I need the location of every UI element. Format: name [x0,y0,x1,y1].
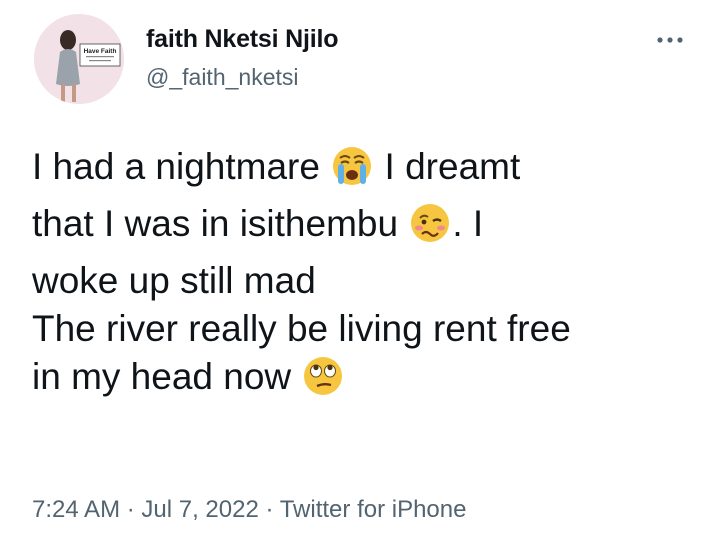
face-with-rolling-eyes-icon [301,354,345,410]
tweet-text-segment: . I [452,203,484,244]
woozy-face-icon [408,201,452,257]
tweet-text-segment: I dreamt [374,146,521,187]
tweet-text-segment: The river really be living rent free [32,308,571,349]
author-handle[interactable]: @_faith_nketsi [146,64,299,91]
tweet-line: I had a nightmare I dreamt [32,143,702,200]
separator: · [120,496,142,523]
tweet-meta: 7:24 AM · Jul 7, 2022 · Twitter for iPho… [32,496,466,524]
separator: · [258,496,280,523]
tweet-time[interactable]: 7:24 AM [32,496,120,523]
tweet-text-segment: I had a nightmare [32,146,331,187]
tweet-line: in my head now [32,353,702,410]
avatar-image: Have Faith [34,14,124,104]
tweet-line: The river really be living rent free [32,305,702,353]
tweet-source-link[interactable]: Twitter for iPhone [280,496,467,523]
tweet-date[interactable]: Jul 7, 2022 [141,496,258,523]
tweet-text-segment: in my head now [32,356,302,397]
avatar-sign-text: Have Faith [84,48,117,55]
tweet-text: I had a nightmare I dreamt that I was in… [32,143,702,410]
more-dots-icon [657,37,683,43]
tweet-line: that I was in isithembu . I [32,200,702,257]
tweet-text-segment: woke up still mad [32,260,316,301]
tweet-card: Have Faith faith Nketsi Njilo @_faith_nk… [0,0,720,543]
avatar[interactable]: Have Faith [34,14,124,104]
tweet-text-segment: that I was in isithembu [32,203,409,244]
loudly-crying-face-icon [330,144,374,200]
more-options-button[interactable] [650,28,690,52]
author-display-name[interactable]: faith Nketsi Njilo [146,25,338,54]
tweet-line: woke up still mad [32,257,702,305]
